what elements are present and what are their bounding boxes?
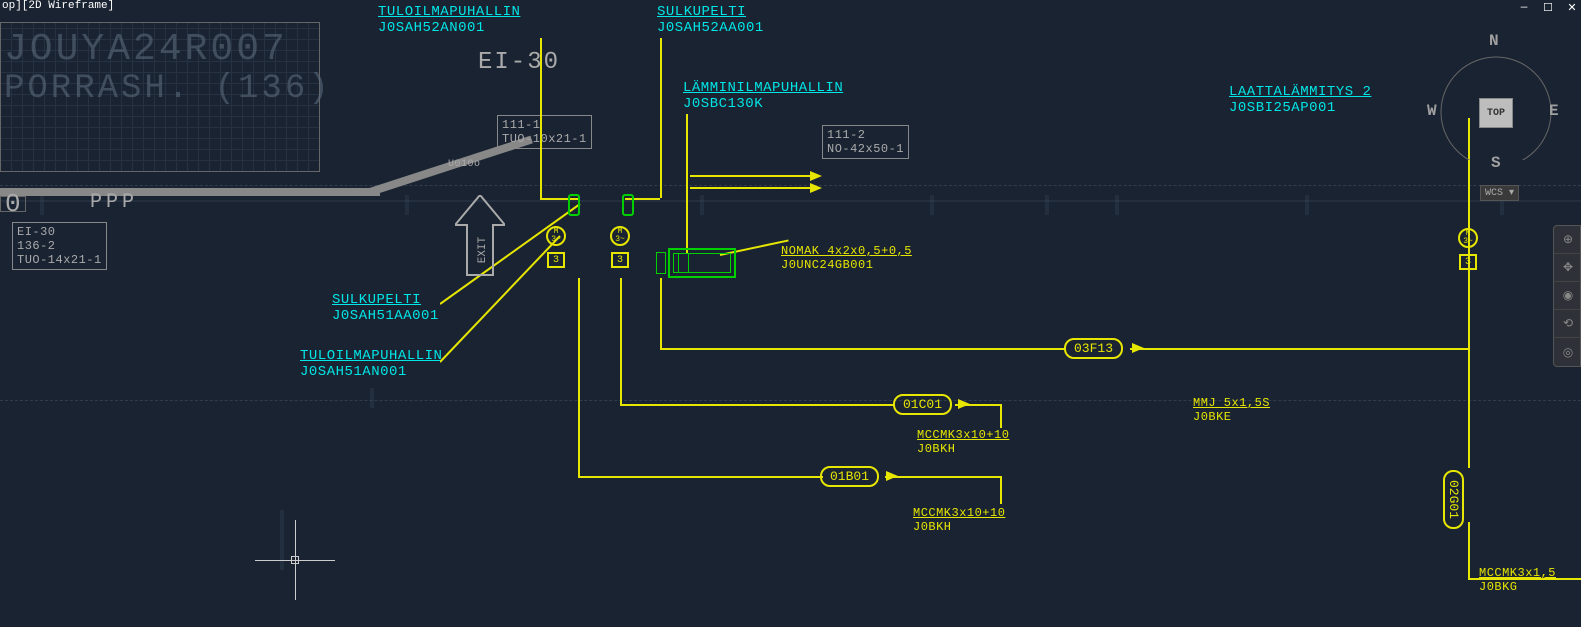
nav-zoom-icon[interactable]: ◉ <box>1554 282 1581 310</box>
viewcube-e[interactable]: E <box>1549 102 1559 120</box>
callout-nomak: NOMAK 4x2x0,5+0,5 J0UNC24GB001 <box>781 244 912 272</box>
pill-01c01[interactable]: 01C01 <box>893 394 952 415</box>
min-button[interactable]: — <box>1515 0 1533 16</box>
arrow-icon <box>690 168 830 198</box>
arrowhead-icon <box>1132 338 1162 358</box>
green-valve[interactable] <box>622 194 634 216</box>
label-lammin[interactable]: LÄMMINILMAPUHALLIN J0SBC130K <box>683 80 843 112</box>
exit-arrow-icon: EXIT <box>455 195 505 285</box>
viewcube[interactable]: N S W E TOP <box>1421 20 1561 160</box>
ei30-label: EI-30 <box>478 56 560 70</box>
max-button[interactable]: ☐ <box>1539 0 1557 16</box>
nav-bar: ⊕ ✥ ◉ ⟲ ◎ <box>1553 225 1581 367</box>
viewcube-n[interactable]: N <box>1489 32 1499 50</box>
green-unit[interactable] <box>668 248 736 278</box>
label-tuloilma-52[interactable]: TULOILMAPUHALLIN J0SAH52AN001 <box>378 4 520 36</box>
green-tag <box>656 252 666 274</box>
label-sulku-52[interactable]: SULKUPELTI J0SAH52AA001 <box>657 4 764 36</box>
pill-01b01[interactable]: 01B01 <box>820 466 879 487</box>
pill-02g01[interactable]: 02G01 <box>1443 470 1464 529</box>
label-tuloilma-51[interactable]: TULOILMAPUHALLIN J0SAH51AN001 <box>300 348 442 380</box>
crosshair-cursor <box>255 520 335 600</box>
callout-mccmk-2: MCCMK3x10+10 J0BKH <box>913 506 1005 534</box>
nav-orbit-icon[interactable]: ⟲ <box>1554 310 1581 338</box>
junction-box[interactable]: 3 <box>1459 254 1477 270</box>
wcs-button[interactable]: WCS ▾ <box>1480 185 1519 201</box>
callout-mccmk-3: MCCMK3x1,5 J0BKG <box>1479 566 1556 594</box>
viewport-title: op][2D Wireframe] <box>0 0 114 14</box>
label-sulku-51[interactable]: SULKUPELTI J0SAH51AA001 <box>332 292 439 324</box>
room-code: JOUYA24R007 <box>4 28 288 71</box>
cad-canvas[interactable]: op][2D Wireframe] — ☐ ✕ JOUYA24R007 PORR… <box>0 0 1581 627</box>
junction-box[interactable]: 3 <box>611 252 629 268</box>
green-valve[interactable] <box>568 194 580 216</box>
callout-mmj: MMJ 5x1,5S J0BKE <box>1193 396 1270 424</box>
arrowhead-icon <box>886 466 902 486</box>
graybox-111-2: 111-2 NO-42x50-1 <box>822 125 909 159</box>
graybox-111-1: 111-1 TUO-10x21-1 <box>497 115 592 149</box>
ppp-label: PPP <box>90 196 138 210</box>
viewcube-w[interactable]: W <box>1427 102 1437 120</box>
motor-symbol[interactable]: M 3~ <box>610 226 630 246</box>
nav-pan-icon[interactable]: ✥ <box>1554 254 1581 282</box>
u010o-label: U010o <box>448 158 481 172</box>
label-laatta[interactable]: LAATTALÄMMITYS 2 J0SBI25AP001 <box>1229 84 1371 116</box>
viewcube-top[interactable]: TOP <box>1479 98 1513 128</box>
junction-box[interactable]: 3 <box>547 252 565 268</box>
nav-show-icon[interactable]: ◎ <box>1554 338 1581 366</box>
arrowhead-icon <box>958 394 974 414</box>
zero-marker: 0 <box>0 196 26 212</box>
room-name: PORRASH. (136) <box>4 70 332 108</box>
graybox-ei30: EI-30 136-2 TUO-14x21-1 <box>12 222 107 270</box>
nav-wheel-icon[interactable]: ⊕ <box>1554 226 1581 254</box>
viewcube-s[interactable]: S <box>1491 154 1501 172</box>
window-controls: — ☐ ✕ <box>1515 0 1581 16</box>
motor-symbol[interactable]: M 3~ <box>546 226 566 246</box>
close-button[interactable]: ✕ <box>1563 0 1581 16</box>
pill-03f13[interactable]: 03F13 <box>1064 338 1123 359</box>
motor-symbol[interactable]: M 3~ <box>1458 228 1478 248</box>
callout-mccmk-1: MCCMK3x10+10 J0BKH <box>917 428 1009 456</box>
svg-text:EXIT: EXIT <box>477 236 489 263</box>
